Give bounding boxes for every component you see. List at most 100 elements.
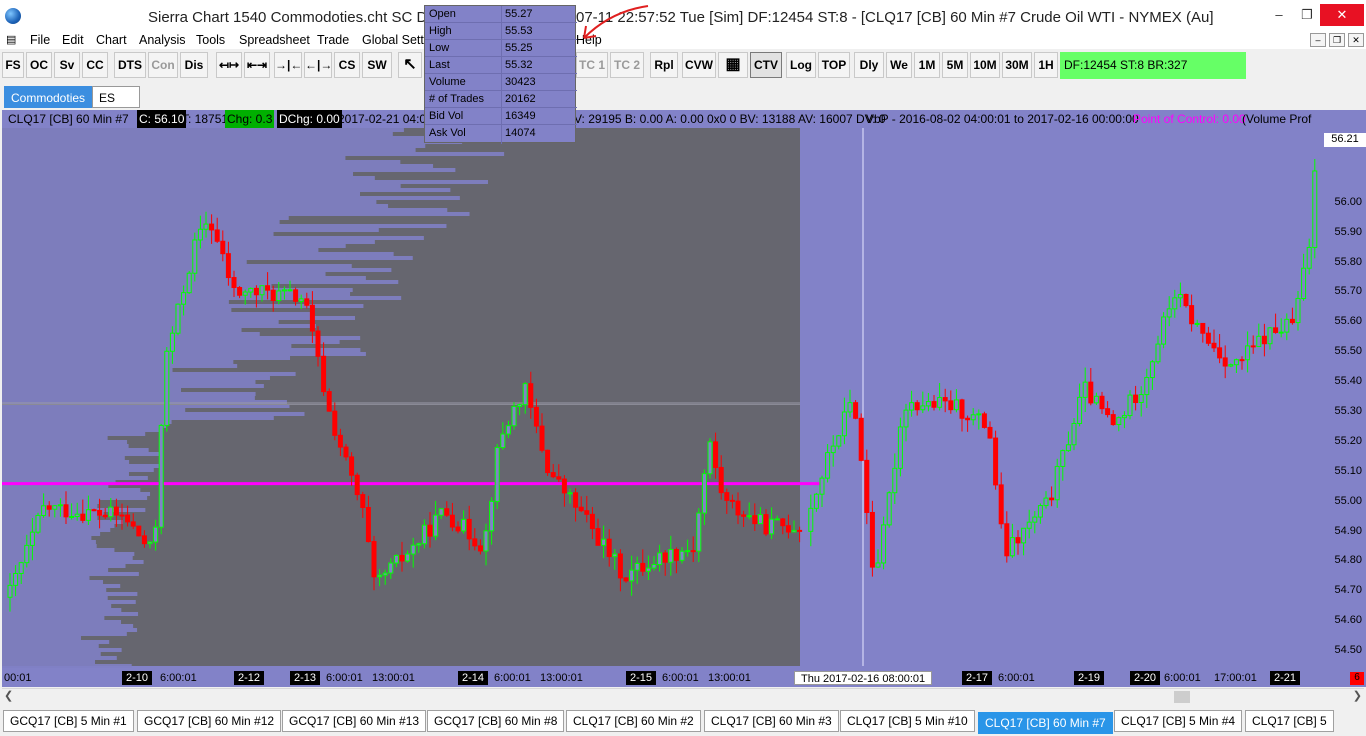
chart-system-icon[interactable]: ▤: [6, 34, 18, 46]
sv-button[interactable]: Sv: [54, 52, 80, 78]
scroll-left-arrow-icon[interactable]: ❮: [4, 689, 13, 702]
menu-chart[interactable]: Chart: [96, 33, 127, 47]
menu-spreadsheet[interactable]: Spreadsheet: [239, 33, 310, 47]
down-candle: [948, 400, 954, 411]
menu-analysis[interactable]: Analysis: [139, 33, 186, 47]
menu-global-settings[interactable]: Global Settin: [362, 33, 434, 47]
window-title: Sierra Chart 1540 Commodoties.cht SC D: [148, 9, 428, 26]
down-candle: [237, 287, 243, 296]
up-candle: [953, 399, 959, 411]
menu-tools[interactable]: Tools: [196, 33, 225, 47]
app-globe-icon[interactable]: [5, 8, 21, 24]
down-candle: [354, 474, 360, 496]
1m-button[interactable]: 1M: [914, 52, 940, 78]
volume-profile-bar: [2, 584, 121, 588]
tc1-button[interactable]: TC 1: [576, 52, 608, 78]
down-candle: [662, 552, 668, 563]
chart-tab[interactable]: CLQ17 [CB] 5: [1245, 710, 1334, 732]
chart-header: CLQ17 [CB] 60 Min #7 C: 56.10 T: 18751 C…: [2, 110, 1366, 128]
up-candle: [651, 564, 657, 569]
x-label: 17:00:01: [1214, 672, 1257, 684]
dts-button[interactable]: DTS: [114, 52, 146, 78]
close-button[interactable]: ✕: [1320, 4, 1364, 26]
chart-tab-active[interactable]: CLQ17 [CB] 60 Min #7: [978, 712, 1113, 734]
rpl-button[interactable]: Rpl: [650, 52, 678, 78]
expand-chart-icon[interactable]: ←|→: [304, 52, 332, 78]
cc-button[interactable]: CC: [82, 52, 108, 78]
tc2-button[interactable]: TC 2: [610, 52, 644, 78]
chart-tab[interactable]: CLQ17 [CB] 60 Min #3: [704, 710, 839, 732]
cvw-button[interactable]: CVW: [682, 52, 716, 78]
restore-button[interactable]: ❐: [1292, 4, 1322, 26]
up-candle: [881, 524, 887, 564]
trade-window-grid-icon[interactable]: ▦: [718, 52, 748, 78]
volume-profile-bar: [2, 424, 167, 428]
ctv-button[interactable]: CTV: [750, 52, 782, 78]
chart-tab[interactable]: GCQ17 [CB] 5 Min #1: [3, 710, 134, 732]
mdi-close-button[interactable]: ✕: [1348, 33, 1364, 47]
5m-button[interactable]: 5M: [942, 52, 968, 78]
up-candle: [601, 538, 607, 546]
volume-profile-bar: [2, 308, 232, 312]
up-candle: [505, 425, 511, 435]
up-candle: [41, 505, 47, 516]
volume-profile-bar: [2, 392, 256, 396]
down-candle: [561, 478, 567, 494]
up-candle: [920, 405, 926, 411]
menu-file[interactable]: File: [30, 33, 50, 47]
down-candle: [477, 545, 483, 552]
up-candle: [847, 402, 853, 413]
cs-button[interactable]: CS: [334, 52, 360, 78]
pointer-tool-icon[interactable]: ↖: [398, 52, 422, 78]
fs-button[interactable]: FS: [2, 52, 24, 78]
volume-profile-bar: [2, 204, 389, 208]
chart-tab[interactable]: GCQ17 [CB] 60 Min #8: [427, 710, 565, 732]
down-candle: [136, 525, 142, 537]
mdi-restore-button[interactable]: ❐: [1329, 33, 1345, 47]
horizontal-scrollbar[interactable]: ❮ ❯: [2, 688, 1364, 703]
up-candle: [1301, 267, 1307, 299]
weekly-button[interactable]: We: [886, 52, 912, 78]
1h-button[interactable]: 1H: [1034, 52, 1058, 78]
chart-tab[interactable]: CLQ17 [CB] 5 Min #4: [1114, 710, 1243, 732]
mdi-minimize-button[interactable]: –: [1310, 33, 1326, 47]
tab-commodoties[interactable]: Commodoties: [4, 86, 93, 108]
time-axis[interactable]: 00:01 2-10 6:00:01 2-12 2-13 6:00:01 13:…: [2, 670, 1366, 687]
price-chart[interactable]: CLQ17 [CB] 60 Min #7 C: 56.10 T: 18751 C…: [2, 110, 1366, 687]
scroll-thumb[interactable]: [1174, 691, 1190, 703]
increase-bar-spacing-icon[interactable]: ⇤⇥: [244, 52, 270, 78]
decrease-bar-spacing-icon[interactable]: ↤↦: [216, 52, 242, 78]
sw-button[interactable]: SW: [362, 52, 392, 78]
up-candle: [685, 550, 691, 553]
down-candle: [1273, 327, 1279, 333]
top-button[interactable]: TOP: [818, 52, 850, 78]
menu-edit[interactable]: Edit: [62, 33, 84, 47]
chart-tab[interactable]: GCQ17 [CB] 60 Min #12: [137, 710, 282, 732]
30m-button[interactable]: 30M: [1002, 52, 1032, 78]
chartbook-tabs: Commodoties ES: [0, 83, 1366, 109]
up-candle: [1065, 444, 1071, 452]
tab-es[interactable]: ES: [92, 86, 140, 108]
log-button[interactable]: Log: [786, 52, 816, 78]
daily-button[interactable]: Dly: [854, 52, 884, 78]
volume-profile-bar: [2, 428, 160, 432]
up-candle: [813, 493, 819, 509]
minimize-button[interactable]: –: [1264, 4, 1294, 26]
compress-chart-icon[interactable]: →|←: [274, 52, 302, 78]
chart-tab[interactable]: CLQ17 [CB] 60 Min #2: [566, 710, 701, 732]
chart-plot-area[interactable]: [2, 110, 1324, 670]
chart-tab[interactable]: GCQ17 [CB] 60 Min #13: [282, 710, 427, 732]
dis-button[interactable]: Dis: [180, 52, 208, 78]
10m-button[interactable]: 10M: [970, 52, 1000, 78]
chart-tab[interactable]: CLQ17 [CB] 5 Min #10: [840, 710, 975, 732]
up-candle: [164, 350, 170, 426]
price-axis[interactable]: 56.00 55.90 55.80 55.70 55.60 55.50 55.40 55.30…: [1324, 128, 1366, 670]
con-button[interactable]: Con: [148, 52, 178, 78]
volume-profile-bar: [2, 536, 92, 540]
up-candle: [1026, 521, 1032, 529]
oc-button[interactable]: OC: [26, 52, 52, 78]
volume-profile-bar: [2, 556, 133, 560]
popup-label: Last: [429, 59, 450, 71]
menu-trade[interactable]: Trade: [317, 33, 349, 47]
scroll-right-arrow-icon[interactable]: ❯: [1353, 689, 1362, 702]
